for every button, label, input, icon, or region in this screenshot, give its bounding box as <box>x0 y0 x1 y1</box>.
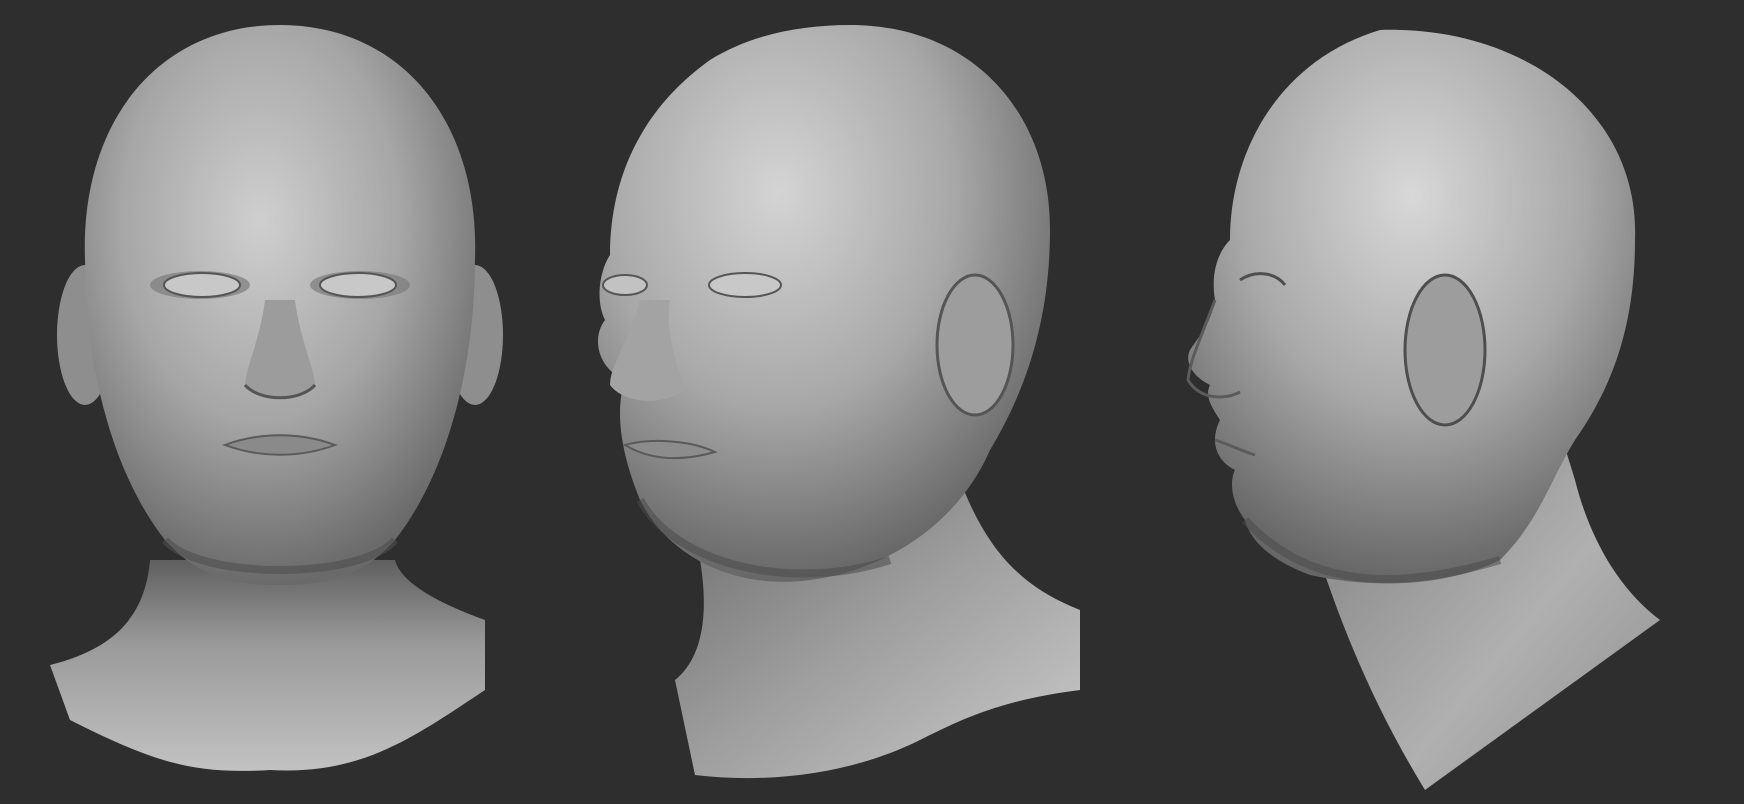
ear <box>1403 273 1487 427</box>
near-eye <box>708 272 782 298</box>
ear <box>935 273 1015 417</box>
right-eye <box>319 272 397 298</box>
neck-shape <box>50 560 485 771</box>
head-three-quarter-view <box>560 0 1100 804</box>
head-profile-view <box>1080 0 1720 804</box>
head-front-render <box>50 25 503 771</box>
far-eye <box>602 274 648 296</box>
head-three-quarter-render <box>597 25 1080 779</box>
left-eye <box>163 272 241 298</box>
head-profile-render <box>1186 29 1660 790</box>
head-front-view <box>30 0 530 804</box>
sculpt-render-canvas <box>0 0 1744 804</box>
